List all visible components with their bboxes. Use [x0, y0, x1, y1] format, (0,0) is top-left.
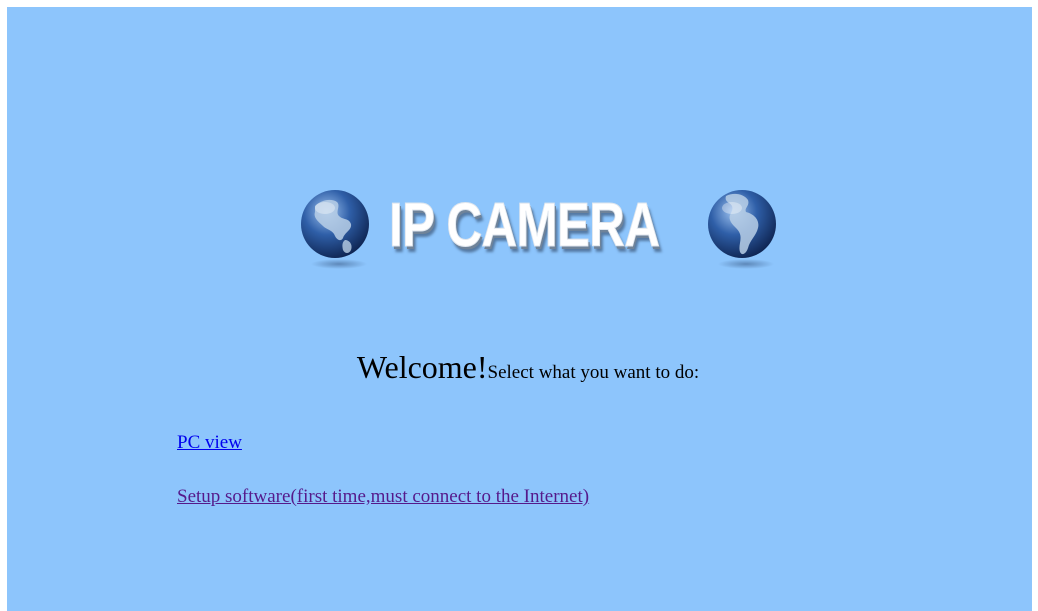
welcome-prompt: Select what you want to do:: [487, 362, 700, 383]
pc-view-link[interactable]: PC view: [177, 432, 242, 454]
page-background: IP CAMERA Welcome!Select what you want t…: [7, 7, 1032, 611]
welcome-heading: Welcome!: [356, 349, 488, 385]
setup-software-link[interactable]: Setup software(first time,must connect t…: [177, 486, 589, 508]
globe-south-america-icon: [708, 190, 776, 269]
ip-camera-logo: IP CAMERA: [297, 182, 787, 272]
logo-title: IP CAMERA: [389, 191, 661, 261]
globe-americas-icon: [301, 190, 369, 269]
welcome-line: Welcome!Select what you want to do:: [7, 349, 1032, 386]
